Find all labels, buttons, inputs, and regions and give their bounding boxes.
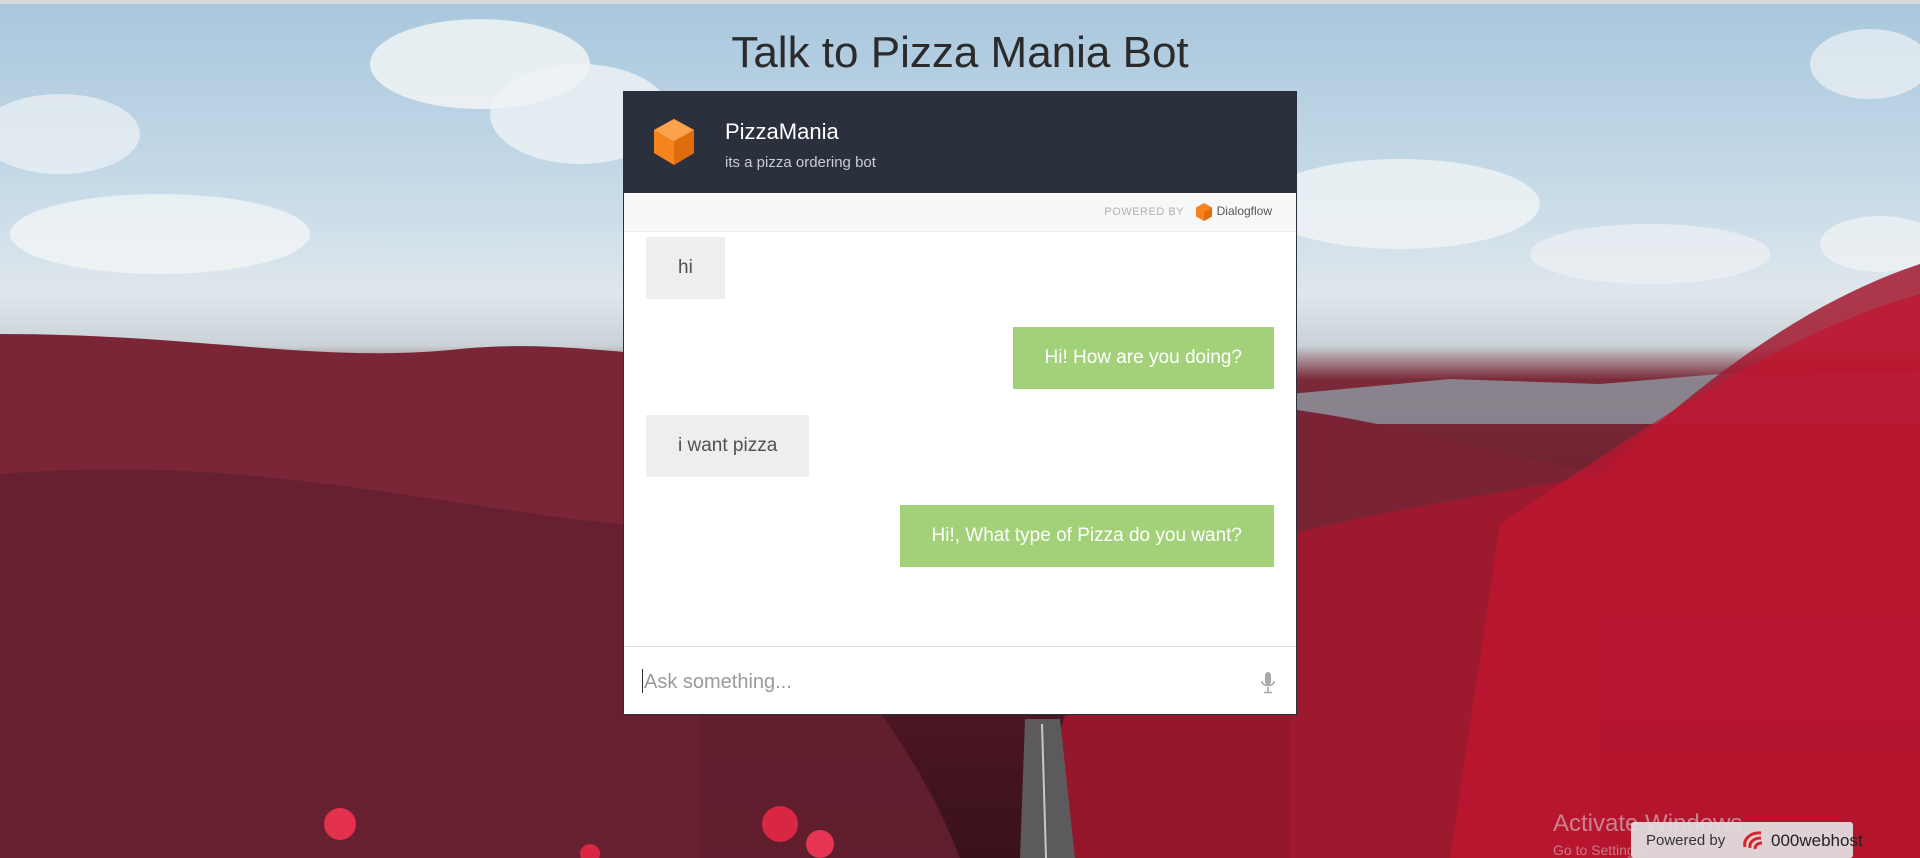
webhost-logo-icon [1743, 831, 1763, 850]
message-user: i want pizza [646, 415, 810, 477]
bot-description: its a pizza ordering bot [725, 154, 876, 171]
webhost-powered-label: Powered by [1646, 832, 1726, 849]
chat-input-bar [624, 646, 1296, 714]
chat-widget: PizzaMania its a pizza ordering bot POWE… [623, 91, 1297, 715]
page-title: Talk to Pizza Mania Bot [731, 28, 1189, 77]
chat-header: PizzaMania its a pizza ordering bot [624, 92, 1296, 193]
ask-input[interactable] [642, 659, 1226, 705]
dialogflow-brand[interactable]: Dialogflow [1217, 204, 1272, 218]
webhost-badge[interactable]: Powered by 000webhost [1631, 822, 1863, 858]
message-bot: Hi! How are you doing? [1012, 327, 1274, 389]
powered-by-strip: POWERED BY Dialogflow [624, 193, 1296, 232]
microphone-icon[interactable] [1260, 671, 1276, 695]
message-bot: Hi!, What type of Pizza do you want? [899, 505, 1274, 567]
powered-by-label: POWERED BY [1104, 206, 1184, 218]
text-caret [642, 669, 643, 693]
activate-windows-sub: Go to Settings [1553, 842, 1642, 858]
bot-name: PizzaMania [725, 119, 839, 144]
dialogflow-small-icon [1196, 203, 1212, 221]
dialogflow-cube-icon [654, 119, 694, 165]
message-list: hi Hi! How are you doing? i want pizza H… [624, 232, 1296, 652]
webhost-name: 000webhost [1771, 831, 1863, 850]
message-user: hi [646, 237, 725, 299]
